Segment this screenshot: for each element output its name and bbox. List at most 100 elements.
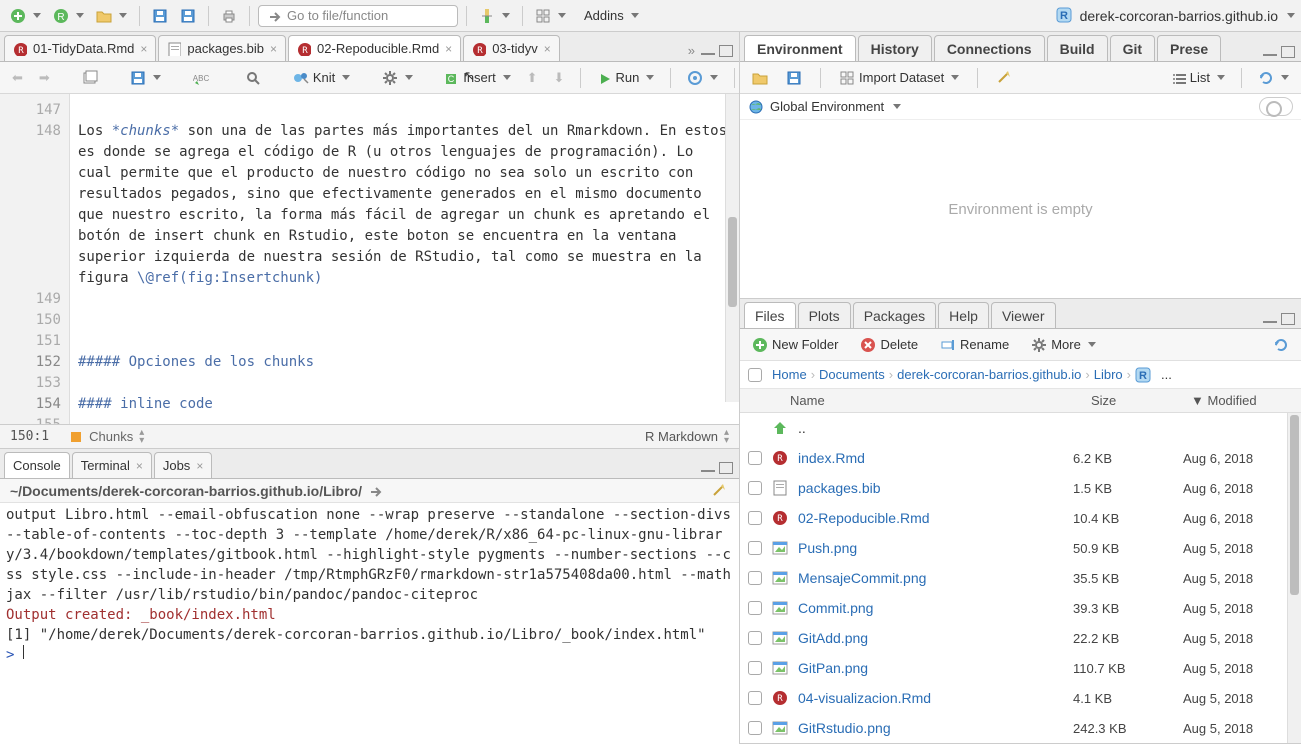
env-search-input[interactable] [1259,97,1293,116]
file-row[interactable]: GitAdd.png22.2 KBAug 5, 2018 [740,623,1301,653]
file-row[interactable]: Commit.png39.3 KBAug 5, 2018 [740,593,1301,623]
close-tab-icon[interactable]: × [544,42,551,56]
col-size[interactable]: Size [1091,393,1191,408]
new-file-button[interactable] [6,6,45,26]
clear-console-icon[interactable] [711,482,729,500]
close-tab-icon[interactable]: × [445,42,452,56]
new-folder-button[interactable]: New Folder [748,335,842,355]
code-line[interactable]: #### inline code [78,394,731,415]
select-all-checkbox[interactable] [748,368,762,382]
print-button[interactable] [217,6,241,26]
env-tab[interactable]: Prese [1157,35,1221,61]
console-tab[interactable]: Console [4,452,70,478]
forward-button[interactable]: ➡ [35,68,54,88]
import-dataset-button[interactable]: Import Dataset [835,68,963,88]
code-line[interactable] [78,331,731,352]
save-doc-button[interactable] [126,68,165,88]
environment-scope[interactable]: Global Environment [740,94,1301,120]
close-tab-icon[interactable]: × [196,459,203,473]
file-checkbox[interactable] [748,451,762,465]
close-tab-icon[interactable]: × [270,42,277,56]
file-name[interactable]: packages.bib [798,480,1063,496]
chunks-navigator[interactable]: Chunks ▴▾ [69,429,144,445]
minimize-source-icon[interactable] [701,45,733,57]
files-tab[interactable]: Help [938,302,989,328]
run-button[interactable]: Run [593,68,658,87]
files-tab[interactable]: Plots [798,302,851,328]
rproj-icon[interactable] [1135,367,1151,383]
go-next-chunk-button[interactable]: ⬇ [550,68,569,88]
breadcrumb-item[interactable]: derek-corcoran-barrios.github.io [897,367,1081,382]
file-name[interactable]: index.Rmd [798,450,1063,466]
code-line[interactable] [78,289,731,310]
source-editor[interactable]: 147148 149150151152153154155 Los *chunks… [0,94,739,424]
goto-file-input[interactable]: Go to file/function [258,5,458,27]
file-name[interactable]: GitPan.png [798,660,1063,676]
files-scrollbar[interactable] [1287,413,1301,743]
refresh-env-button[interactable] [1254,68,1293,88]
code-line[interactable] [78,373,731,394]
env-tab[interactable]: Build [1047,35,1108,61]
file-row[interactable]: Push.png50.9 KBAug 5, 2018 [740,533,1301,563]
file-checkbox[interactable] [748,571,762,585]
code-line[interactable]: Los *chunks* son una de las partes más i… [78,121,731,289]
console-popout-icon[interactable] [368,484,382,498]
source-tab[interactable]: packages.bib× [158,35,286,61]
rename-button[interactable]: Rename [936,335,1013,355]
file-checkbox[interactable] [748,691,762,705]
code-line[interactable] [78,415,731,424]
save-all-button[interactable] [176,6,200,26]
file-name[interactable]: Push.png [798,540,1063,556]
project-menu[interactable]: derek-corcoran-barrios.github.io [1056,7,1295,25]
env-tab[interactable]: History [858,35,932,61]
env-tab[interactable]: Connections [934,35,1045,61]
addins-menu[interactable]: Addins [580,6,643,25]
file-checkbox[interactable] [748,601,762,615]
breadcrumb-item[interactable]: Home [772,367,807,382]
source-tab[interactable]: 03-tidyv× [463,35,560,61]
file-checkbox[interactable] [748,721,762,735]
breadcrumb-item[interactable]: Documents [819,367,885,382]
file-row[interactable]: GitPan.png110.7 KBAug 5, 2018 [740,653,1301,683]
file-checkbox[interactable] [748,631,762,645]
files-tab[interactable]: Files [744,302,796,328]
files-tab[interactable]: Packages [853,302,936,328]
more-button[interactable]: More [1027,335,1100,355]
close-tab-icon[interactable]: × [140,42,147,56]
file-checkbox[interactable] [748,541,762,555]
file-row[interactable]: MensajeCommit.png35.5 KBAug 5, 2018 [740,563,1301,593]
publish-button[interactable] [683,68,722,88]
file-name[interactable]: .. [798,420,1063,436]
knit-options-button[interactable] [378,68,417,88]
file-name[interactable]: GitRstudio.png [798,720,1063,736]
col-name[interactable]: Name [790,393,1091,408]
console-tab[interactable]: Jobs× [154,452,212,478]
file-row[interactable]: packages.bib1.5 KBAug 6, 2018 [740,473,1301,503]
find-replace-button[interactable] [241,68,265,88]
save-workspace-button[interactable] [782,68,806,88]
console-tab[interactable]: Terminal× [72,452,152,478]
back-button[interactable]: ⬅ [8,68,27,88]
code-line[interactable] [78,100,731,121]
file-row[interactable]: 02-Repoducible.Rmd10.4 KBAug 6, 2018 [740,503,1301,533]
minimize-console-icon[interactable] [701,462,733,474]
file-row[interactable]: index.Rmd6.2 KBAug 6, 2018 [740,443,1301,473]
show-in-new-window-button[interactable] [78,68,102,88]
list-view-button[interactable]: List [1168,68,1229,87]
load-workspace-button[interactable] [748,68,772,88]
close-tab-icon[interactable]: × [136,459,143,473]
minimize-env-icon[interactable] [1263,46,1295,58]
file-checkbox[interactable] [748,661,762,675]
file-row[interactable]: .. [740,413,1301,443]
file-row[interactable]: GitRstudio.png242.3 KBAug 5, 2018 [740,713,1301,743]
env-tab[interactable]: Git [1110,35,1155,61]
code-line[interactable]: ##### Opciones de los chunks [78,352,731,373]
new-project-button[interactable]: R [49,6,88,26]
col-modified[interactable]: ▼ Modified [1191,393,1301,408]
breadcrumb-more[interactable]: ... [1161,367,1172,382]
code-line[interactable] [78,310,731,331]
go-prev-chunk-button[interactable]: ⬆ [523,68,542,88]
clear-objects-button[interactable] [992,67,1018,89]
env-tab[interactable]: Environment [744,35,856,61]
console-output[interactable]: output Libro.html --email-obfuscation no… [0,503,739,744]
